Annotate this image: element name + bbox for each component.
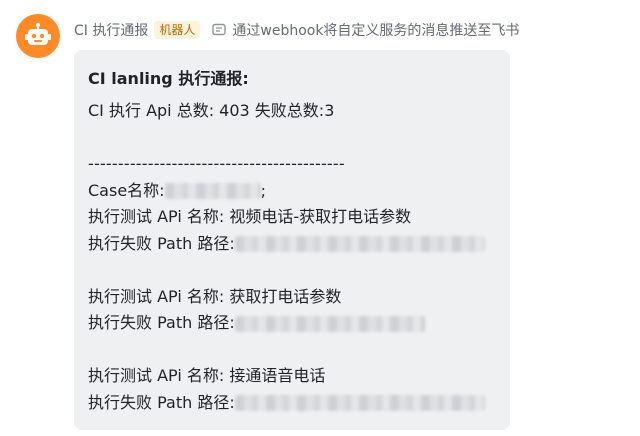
summary-line: CI 执行 Api 总数: 403 失败总数:3 [88, 101, 335, 120]
message-row: CI 执行通报 机器人 通过webhook将自定义服务的消息推送至飞书 CI l… [0, 0, 640, 436]
api-name-line: 执行测试 APi 名称: 获取打电话参数 [88, 286, 342, 306]
message-header: CI 执行通报 机器人 通过webhook将自定义服务的消息推送至飞书 [74, 19, 519, 41]
path-line: 执行失败 Path 路径: [88, 390, 510, 417]
redacted-case-name [164, 183, 261, 199]
message-icon [212, 23, 227, 37]
path-line: 执行失败 Path 路径: [88, 231, 510, 258]
sender-name[interactable]: CI 执行通报 [74, 20, 148, 40]
sender-subtitle: 通过webhook将自定义服务的消息推送至飞书 [232, 23, 520, 39]
api-name-line: 执行测试 APi 名称: 视频电话-获取打电话参数 [88, 207, 412, 226]
bot-avatar[interactable] [16, 14, 60, 58]
message-title: CI lanling 执行通报: [88, 69, 249, 88]
redacted-path [234, 315, 425, 332]
case-label: Case名称: [88, 180, 165, 200]
path-label: 执行失败 Path 路径: [88, 233, 235, 253]
divider-line: ----------------------------------------… [88, 154, 345, 173]
case-line: Case名称:; [88, 178, 510, 205]
robot-icon [25, 23, 51, 45]
path-line: 执行失败 Path 路径: [88, 310, 510, 337]
case-trailing: ; [260, 180, 266, 200]
api-name-line: 执行测试 APi 名称: 接通语音电话 [88, 366, 326, 385]
redacted-path [234, 236, 485, 252]
path-label: 执行失败 Path 路径: [88, 392, 235, 412]
message-bubble[interactable]: CI lanling 执行通报: CI 执行 Api 总数: 403 失败总数:… [74, 50, 510, 430]
redacted-path [234, 395, 485, 411]
path-label: 执行失败 Path 路径: [88, 313, 235, 332]
bot-badge: 机器人 [154, 21, 201, 39]
